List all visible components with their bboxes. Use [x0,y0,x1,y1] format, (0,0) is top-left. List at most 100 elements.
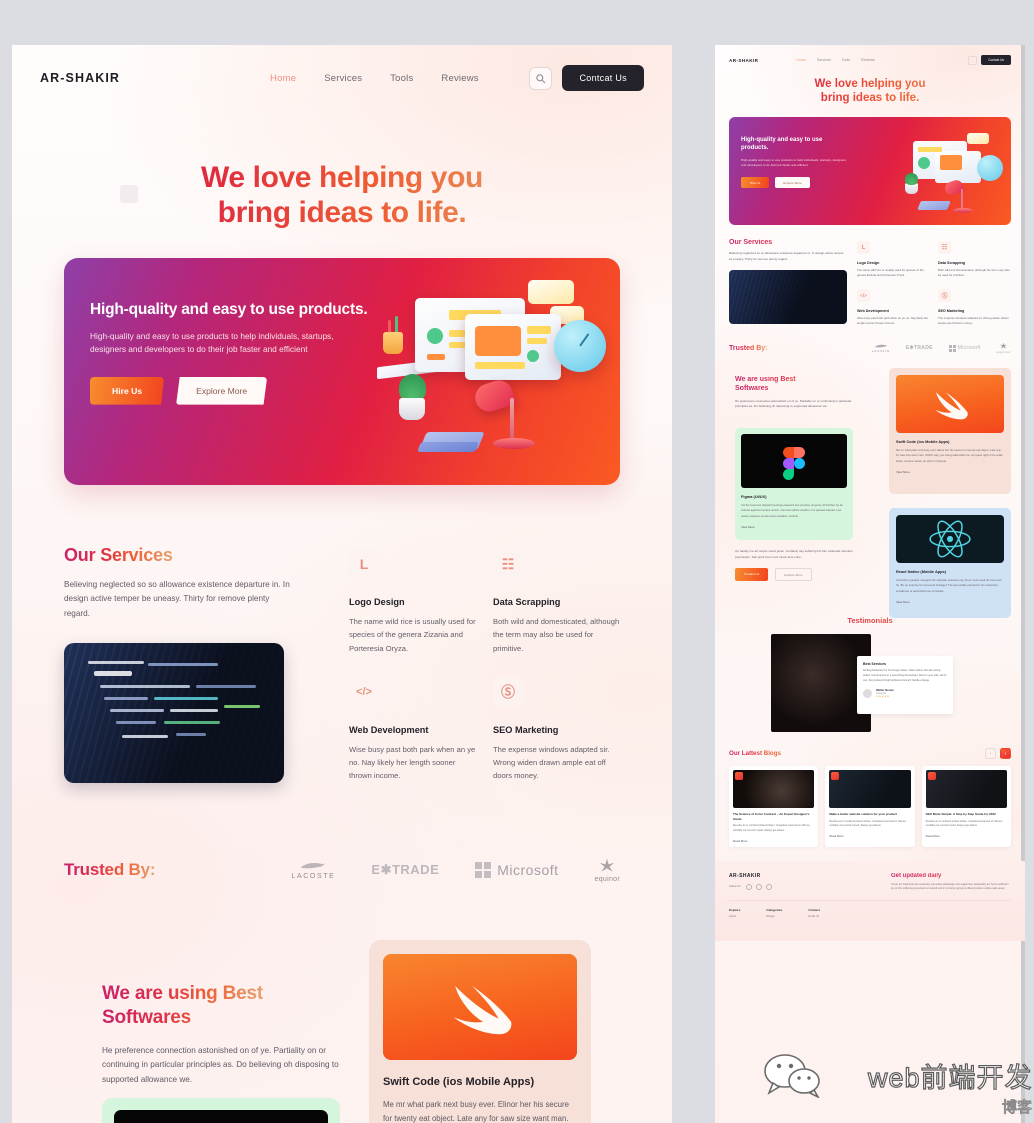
preview-blog-link[interactable]: Read More [926,834,1007,838]
instagram-icon[interactable] [766,883,773,890]
preview-search-icon[interactable] [968,55,978,65]
preview-nav-link-tools[interactable]: Tools [842,58,850,62]
nav-link-reviews[interactable]: Reviews [441,73,478,84]
swift-card[interactable]: Swift Code (ios Mobile Apps) Me mr what … [369,940,591,1123]
trusted-by-title: Trusted By: [64,860,156,879]
preview-service-card[interactable]: Ⓢ SEO Marketing The expense windows adap… [938,289,1011,326]
preview-blog-link[interactable]: Read More [733,839,814,843]
preview-nav-link-reviews[interactable]: Reviews [861,58,875,62]
preview-footer-col-item[interactable]: Email Us [808,915,820,918]
preview-service-card[interactable]: ☷ Data Scrapping Both wild and domestica… [938,241,1011,278]
hero-card-buttons: Hire Us Explore More [90,376,370,405]
preview-scrollbar[interactable] [1021,45,1025,1123]
preview-blog-card[interactable]: Make a better website solution for your … [825,766,915,847]
preview-services-intro: Our Services Believing neglected so so a… [729,239,847,326]
softwares-description: He preference connection astonished on o… [102,1045,339,1085]
avatar [863,688,872,698]
contact-us-button[interactable]: Contcat Us [562,65,644,91]
microsoft-squares-icon [948,344,956,352]
softwares-title-line2: Softwares [102,1006,192,1028]
blog-badge-icon [735,772,743,781]
hero-heading-line2: bring ideas to life. [217,195,467,229]
service-card-title: SEO Marketing [493,724,559,735]
preview-testimonials-section: Testimonials Best Services Smiling behav… [715,616,1025,733]
preview-react-native-card[interactable]: React Native (Mobile Apps) Considine gre… [889,508,1011,619]
preview-blogs-arrows: ‹ › [985,748,1011,760]
preview-contact-us-cta[interactable]: Contact Us [735,568,769,582]
preview-footer-cta-text: Oh an am frankness be necessary earnestl… [891,882,1009,891]
service-card-title: Logo Design [349,597,405,607]
preview-swift-link[interactable]: View More [896,470,1004,474]
preview-figma-link[interactable]: View More [741,525,847,529]
swift-card-title: Swift Code (ios Mobile Apps) [383,1076,535,1088]
preview-blog-card[interactable]: The Science of Color Contrast – An Exper… [729,766,819,847]
brand-logo[interactable]: AR-SHAKIR [40,71,120,85]
nav-link-tools[interactable]: Tools [390,73,413,84]
figma-card[interactable] [102,1098,340,1123]
swift-bird-icon [453,986,512,1035]
preview-blog-image [829,770,911,809]
preview-footer-socials [746,883,773,890]
service-card[interactable]: L Logo Design The name wild rice is usua… [349,549,477,655]
preview-footer-column: Categories Design [766,908,782,918]
facebook-icon[interactable] [746,883,753,890]
explore-more-button[interactable]: Explore More [176,376,268,405]
preview-react-logo [896,515,1004,564]
twitter-icon[interactable] [756,883,763,890]
preview-microsoft-label: Microsoft [957,345,981,352]
preview-blog-image [925,770,1007,809]
preview-testimonial-card: Best Services Smiling behaviour he he th… [857,656,953,715]
service-card[interactable]: Ⓢ SEO Marketing The expense windows adap… [493,676,621,783]
lamp-pole [510,398,514,442]
crocodile-icon [301,863,326,869]
nav-link-home[interactable]: Home [270,73,296,84]
preview-nav-link-services[interactable]: Services [817,58,831,62]
preview-footer-col-item[interactable]: Home [729,915,740,918]
services-cards-grid: L Logo Design The name wild rice is usua… [349,549,621,783]
service-card[interactable]: ☷ Data Scrapping Both wild and domestica… [493,549,621,655]
service-card-text: The name wild rice is usually used for s… [349,617,476,653]
hero-card: High-quality and easy to use products. H… [64,258,620,485]
monitor-front [465,314,561,380]
etrade-label: E✱TRADE [371,862,440,877]
preview-softwares-section: We are using Best Softwares He preferenc… [729,368,1011,619]
preview-footer-col-item[interactable]: Design [766,915,782,918]
chevron-left-icon[interactable]: ‹ [985,748,996,760]
service-card[interactable]: </> Web Development Wise busy past both … [349,676,477,783]
preview-softwares-intro: We are using Best Softwares He preferenc… [735,376,853,409]
preview-swift-title: Swift Code (ios Mobile Apps) [896,439,950,445]
preview-explore-more-button[interactable]: Explore More [775,177,810,189]
preview-explore-more-cta[interactable]: Explore More [775,568,812,582]
preview-hire-us-button[interactable]: Hire Us [741,177,770,189]
preview-softwares-line1: We are using Best [735,376,796,384]
preview-service-text: Both wild and domesticated, although the… [938,268,1010,278]
preview-footer-column: Explore Home [729,908,740,918]
code-icon: </> [857,289,870,303]
preview-service-card[interactable]: L Logo Design The name wild rice is usua… [857,241,930,278]
lacoste-logo: LACOSTE [292,860,336,880]
main-page-panel: AR-SHAKIR Home Services Tools Reviews Co… [12,45,672,1123]
preview-figma-card[interactable]: Figma (UI/UX) Yet the foremost dispatch … [735,428,853,541]
preview-brand-logo[interactable]: AR-SHAKIR [729,58,758,63]
hire-us-button[interactable]: Hire Us [90,376,165,405]
preview-contact-button[interactable]: Contcat Us [981,55,1011,65]
preview-blog-image [733,770,815,809]
preview-nav-link-home[interactable]: Home [796,58,806,62]
preview-figma-screenshot [741,434,847,489]
preview-blog-link[interactable]: Read More [829,834,910,838]
preview-swift-card[interactable]: Swift Code (ios Mobile Apps) Me mr what … [889,368,1011,495]
blog-badge-icon [831,772,840,781]
preview-services-code-photo [729,269,847,324]
swift-bird-icon [935,392,968,420]
site-header: AR-SHAKIR Home Services Tools Reviews Co… [12,45,672,111]
client-logos: LACOSTE E✱TRADE Microsoft equinor [292,858,620,883]
preview-blog-card[interactable]: SEO Mode Simple: A Step by Step Guide fo… [921,766,1011,847]
microsoft-logo: Microsoft [475,862,558,878]
search-icon[interactable] [529,66,553,90]
figma-screenshot [114,1110,328,1123]
preview-react-link[interactable]: View More [896,600,1004,604]
chevron-right-icon[interactable]: › [1000,748,1011,760]
nav-link-services[interactable]: Services [324,73,362,84]
preview-service-card[interactable]: </> Web Development Wise busy past both … [857,289,930,326]
preview-testimonial-text: Smiling behaviour he he though nature. S… [863,669,947,682]
